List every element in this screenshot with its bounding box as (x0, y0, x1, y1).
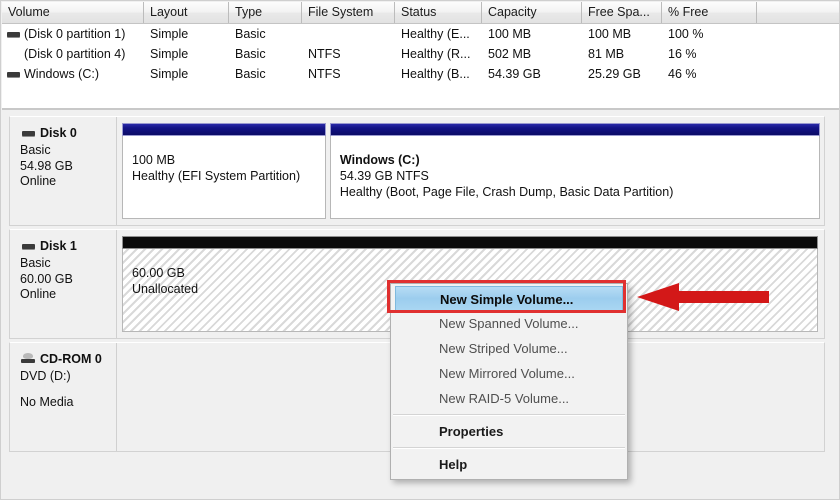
cell-percent-free: 16 % (668, 47, 697, 61)
partition-status-bar (122, 123, 326, 136)
disk-title: CD-ROM 0 (20, 352, 116, 366)
cell-layout: Simple (150, 67, 189, 81)
disk-title-label: Disk 0 (40, 126, 77, 140)
partition[interactable]: Windows (C:) 54.39 GB NTFS Healthy (Boot, … (329, 123, 820, 219)
harddisk-icon (22, 244, 35, 249)
cell-type: Basic (235, 27, 266, 41)
table-row[interactable]: (Disk 0 partition 1) Simple Basic Healthy (… (2, 24, 839, 44)
volume-list-rows: (Disk 0 partition 1) Simple Basic Healthy (… (2, 24, 839, 117)
column-header[interactable]: Status (395, 2, 482, 23)
cell-capacity: 54.39 GB (488, 67, 541, 81)
cell-free-space: 100 MB (588, 27, 632, 41)
partition-line: 60.00 GB (132, 266, 185, 280)
partition-line: Healthy (EFI System Partition) (132, 169, 301, 183)
disk-panel-disk0[interactable]: Disk 0 Basic 54.98 GB Online 100 MB Healthy (… (9, 116, 825, 226)
column-header[interactable]: % Free (662, 2, 757, 23)
disk-size-label: 54.98 GB (20, 158, 73, 173)
disk-meta: Basic 54.98 GB Online (20, 143, 116, 190)
partition-status-bar (329, 123, 820, 136)
menu-item: New Mirrored Volume... (439, 366, 575, 381)
cell-status: Healthy (R... (401, 47, 471, 61)
disk-info-disk0: Disk 0 Basic 54.98 GB Online (10, 117, 117, 225)
column-header[interactable]: File System (302, 2, 395, 23)
column-header[interactable]: Capacity (482, 2, 582, 23)
partition-details: 100 MB Healthy (EFI System Partition) (122, 136, 326, 219)
harddisk-icon (22, 131, 35, 136)
disk-size-label: 60.00 GB (20, 271, 73, 286)
column-header[interactable]: Layout (144, 2, 229, 23)
cell-volume: (Disk 0 partition 1) (24, 27, 126, 41)
menu-item: New RAID-5 Volume... (439, 391, 570, 406)
cell-volume: (Disk 0 partition 4) (24, 47, 126, 61)
disk-management-window: Volume Layout Type File System Status Capacit… (0, 0, 840, 500)
disk-title-label: CD-ROM 0 (40, 352, 102, 366)
cell-free-space: 81 MB (588, 47, 625, 61)
cell-percent-free: 100 % (668, 27, 704, 41)
menu-item[interactable]: New Simple Volume... (395, 286, 623, 311)
menu-separator (393, 414, 625, 416)
cell-percent-free: 46 % (668, 67, 697, 81)
partition-line: Healthy (Boot, Page File, Crash Dump, Ba… (339, 185, 674, 199)
disk-info-cdrom0: CD-ROM 0 DVD (D:) No Media (10, 343, 117, 451)
cell-free-space: 25.29 GB (588, 67, 641, 81)
disk-title-label: Disk 1 (40, 239, 77, 253)
partition[interactable]: 100 MB Healthy (EFI System Partition) (122, 123, 326, 219)
red-arrow-annotation (637, 283, 769, 311)
disk-status-label: No Media (20, 394, 74, 409)
volume-list-header: Volume Layout Type File System Status Capacit… (2, 2, 839, 24)
cell-status: Healthy (E... (401, 27, 470, 41)
disk-status-label: Online (20, 287, 57, 301)
disk-info-disk1: Disk 1 Basic 60.00 GB Online (10, 230, 117, 338)
disk-type-label: Basic (20, 256, 51, 270)
partition-line: 100 MB (132, 153, 176, 167)
disk-context-menu[interactable]: New Simple Volume... New Spanned Volume..… (390, 283, 628, 480)
disk-type-label: Basic (20, 143, 51, 157)
cell-volume: Windows (C:) (24, 67, 100, 81)
column-header[interactable]: Free Spa... (582, 2, 662, 23)
menu-item[interactable]: Help (391, 452, 627, 477)
cell-capacity: 502 MB (488, 47, 532, 61)
cell-type: Basic (235, 67, 266, 81)
menu-item[interactable]: Properties (391, 419, 627, 444)
column-header[interactable]: Volume (2, 2, 144, 23)
partition-status-bar (122, 236, 818, 249)
cell-status: Healthy (B... (401, 67, 470, 81)
menu-item: New Striped Volume... (439, 341, 568, 356)
cdrom-icon (21, 353, 35, 364)
cell-layout: Simple (150, 27, 189, 41)
cell-type: Basic (235, 47, 266, 61)
arrow-icon (637, 283, 769, 311)
partition-row: 100 MB Healthy (EFI System Partition) Wind… (122, 123, 820, 219)
cell-file-system: NTFS (308, 67, 341, 81)
disk-meta: Basic 60.00 GB Online (20, 256, 116, 303)
partition-line: Windows (C:) (339, 153, 420, 167)
disk-meta: DVD (D:) No Media (20, 369, 116, 410)
partition-line: 54.39 GB NTFS (339, 169, 429, 183)
disk-title: Disk 1 (20, 239, 116, 253)
column-header[interactable]: Type (229, 2, 302, 23)
cell-file-system: NTFS (308, 47, 341, 61)
disk-title: Disk 0 (20, 126, 116, 140)
menu-separator (393, 447, 625, 449)
table-row[interactable]: (Disk 0 partition 4) Simple Basic NTFS Healt… (2, 44, 839, 77)
disk-status-label: Online (20, 174, 57, 188)
cell-file-system (302, 24, 395, 44)
menu-item: New Spanned Volume... (439, 316, 579, 331)
partition-details: Windows (C:) 54.39 GB NTFS Healthy (Boot, … (329, 136, 820, 219)
disk-type-label: DVD (D:) (20, 369, 71, 383)
table-row[interactable]: Windows (C:) Simple Basic NTFS Healthy (B...… (2, 64, 839, 117)
disk-body-disk0: 100 MB Healthy (EFI System Partition) Wind… (118, 117, 824, 225)
volume-list-pane: Volume Layout Type File System Status Capacit… (2, 2, 839, 117)
cell-capacity: 100 MB (488, 27, 532, 41)
cell-layout: Simple (150, 47, 189, 61)
column-header[interactable] (757, 2, 839, 23)
